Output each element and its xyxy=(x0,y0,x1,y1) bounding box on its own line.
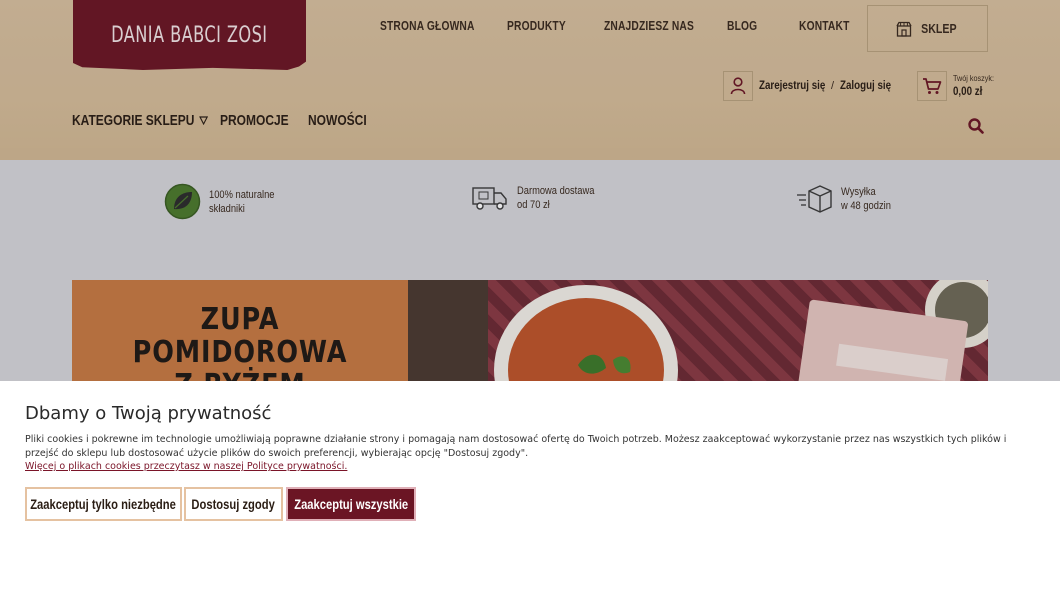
accept-necessary-button[interactable]: Zaakceptuj tylko niezbędne xyxy=(25,487,182,521)
cookie-consent-panel: Dbamy o Twoją prywatność Pliki cookies i… xyxy=(0,381,1060,596)
cookie-title: Dbamy o Twoją prywatność xyxy=(25,403,272,424)
accept-all-button[interactable]: Zaakceptuj wszystkie xyxy=(286,487,416,521)
accept-all-label: Zaakceptuj wszystkie xyxy=(294,496,408,512)
privacy-policy-link[interactable]: Więcej o plikach cookies przeczytasz w n… xyxy=(25,461,347,472)
customize-consent-label: Dostosuj zgody xyxy=(191,496,276,512)
customize-consent-button[interactable]: Dostosuj zgody xyxy=(184,487,283,521)
page-overlay xyxy=(0,0,1060,381)
cookie-text: Pliki cookies i pokrewne im technologie … xyxy=(25,434,1007,459)
accept-necessary-label: Zaakceptuj tylko niezbędne xyxy=(30,496,177,512)
